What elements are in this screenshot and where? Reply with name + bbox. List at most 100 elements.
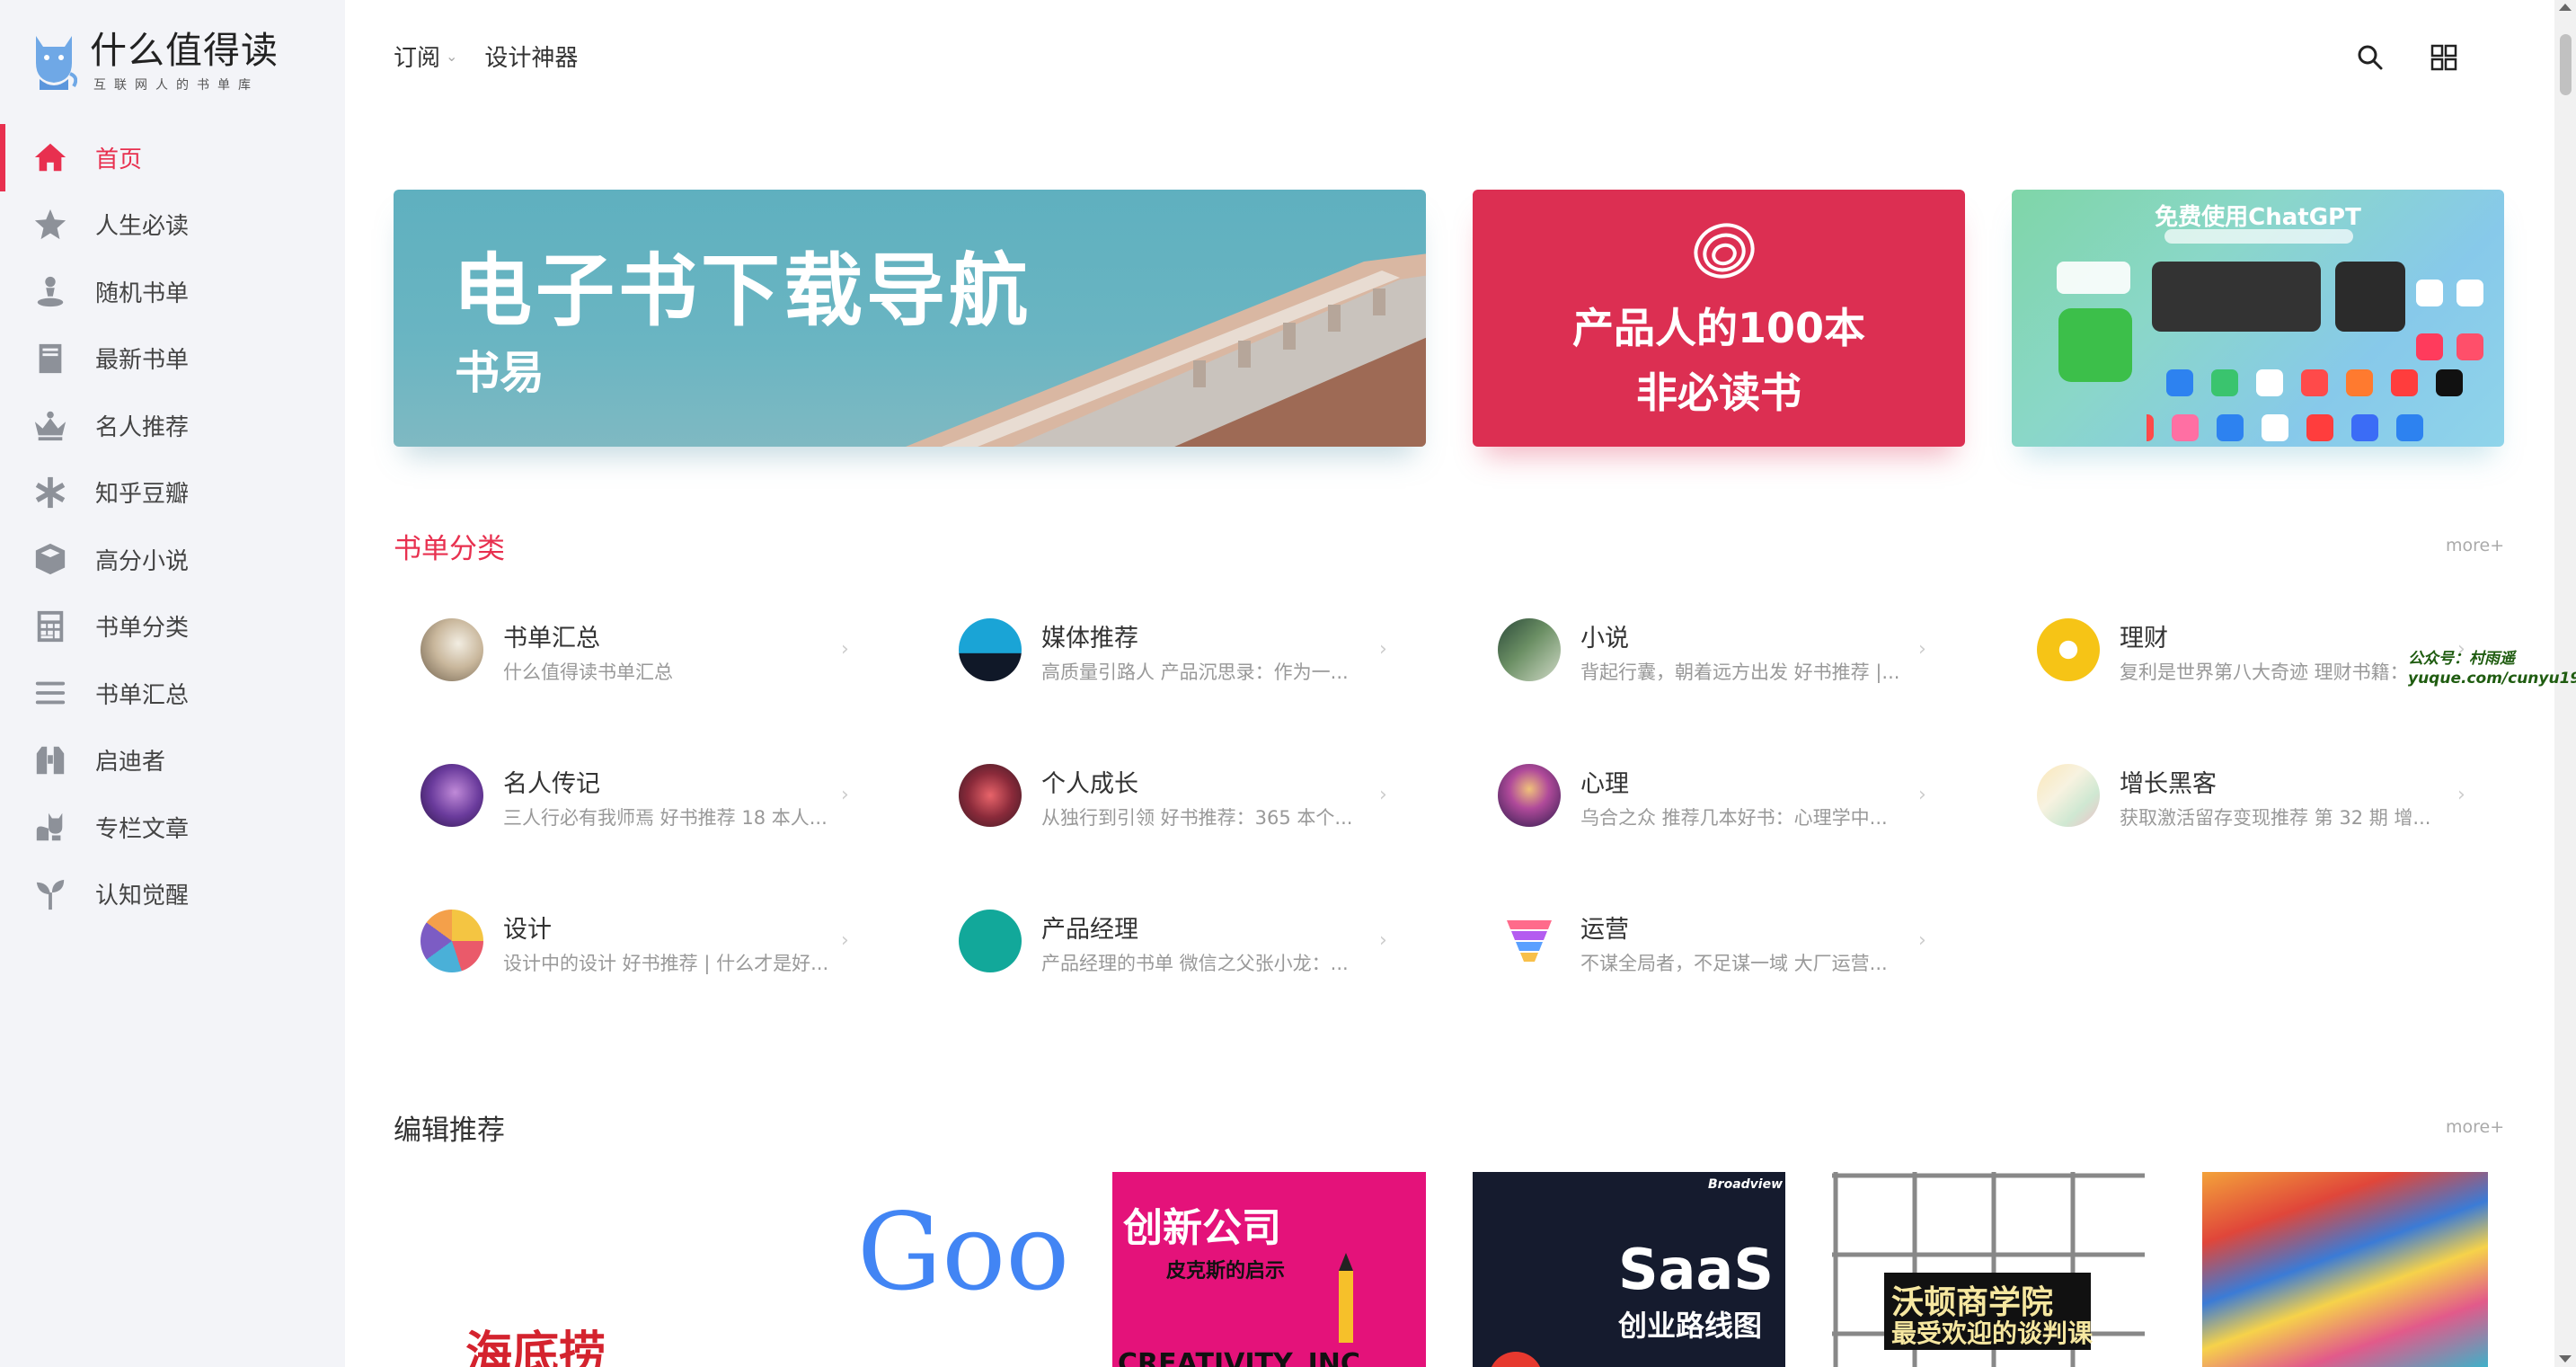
watermark-line1: 公众号：村雨遥 [2408,650,2515,668]
crown-icon [32,407,68,443]
book-cover-subtitle: 创业路线图 [1618,1309,1763,1343]
book-cover-subtitle: 最受欢迎的谈判课 [1891,1318,2094,1348]
book-cover-logo-text: Goo [857,1190,1067,1314]
sidebar-item-must-read[interactable]: 人生必读 [0,191,345,259]
cube-icon [32,541,68,577]
book-cover[interactable]: Broadview SaaS 创业路线图 [1473,1172,1785,1367]
sidebar-item-label: 名人推荐 [95,413,190,441]
banner-chatgpt[interactable]: 免费使用ChatGPT [2012,190,2504,447]
asterisk-icon [32,475,68,510]
category-card[interactable]: 增长黑客 获取激活留存变现推荐 第 32 期 增... › [2010,730,2477,838]
watermark-line2: yuque.com/cunyu1943 [2408,670,2576,688]
sidebar-item-awakening[interactable]: 认知觉醒 [0,861,345,928]
banner-main-subtitle: 书易 [455,347,544,399]
category-thumbnail [959,910,1022,972]
spiral-logo-icon [1694,223,1755,279]
category-card[interactable]: 运营 不谋全局者，不足谋一域 大厂运营... › [1471,875,1938,983]
category-title: 个人成长 [1041,770,1138,798]
category-card[interactable]: 名人传记 三人行必有我师焉 好书推荐 18 本人... › [394,730,861,838]
category-card[interactable]: 理财 复利是世界第八大奇迹 理财书籍： › [2010,584,2477,692]
book-cover-bottom: CREATIVITY, INC [1118,1348,1360,1367]
calculator-icon [32,608,68,644]
search-icon[interactable] [2352,40,2388,75]
book-cover[interactable]: 沃顿商学院 最受欢迎的谈判课 [1832,1172,2145,1367]
chevron-right-icon: › [1918,638,1926,661]
category-card[interactable]: 心理 乌合之众 推荐几本好书：心理学中... › [1471,730,1938,838]
category-title: 增长黑客 [2120,770,2217,798]
category-card[interactable]: 媒体推荐 高质量引路人 产品沉思录：作为一... › [932,584,1399,692]
sidebar-item-novels[interactable]: 高分小说 [0,526,345,593]
banner-product-books[interactable]: 产品人的100本 非必读书 [1473,190,1965,447]
sidebar-item-label: 认知觉醒 [95,883,190,910]
chevron-right-icon: › [841,784,849,806]
header-actions [2352,40,2462,75]
sidebar-item-summary[interactable]: 书单汇总 [0,660,345,727]
book-cover[interactable] [2191,1172,2488,1367]
book-cover-title: 海底捞 [465,1327,606,1367]
nav-design-tools-label: 设计神器 [484,45,579,72]
category-thumbnail [1498,910,1561,972]
banner-middle-line1: 产品人的100本 [1571,304,1866,352]
seedling-icon [32,876,68,912]
sidebar-item-label: 启迪者 [95,749,166,777]
sidebar-item-celebrity[interactable]: 名人推荐 [0,392,345,459]
category-card[interactable]: 小说 背起行囊，朝着远方出发 好书推荐 |... › [1471,584,1938,692]
sidebar-item-label: 首页 [95,146,143,173]
book-cover[interactable]: 创新公司 皮克斯的启示 CREATIVITY, INC [1112,1172,1426,1367]
category-card[interactable]: 书单汇总 什么值得读书单汇总 › [394,584,861,692]
category-desc: 复利是世界第八大奇迹 理财书籍： [2120,661,2409,683]
chevron-down-icon: ⌄ [446,48,458,65]
sidebar-item-label: 书单汇总 [95,681,190,709]
grid-icon[interactable] [2426,40,2462,75]
site-title: 什么值得读 [90,29,279,72]
scroll-up-arrow-icon[interactable] [2559,4,2572,11]
watermark: 公众号：村雨遥 yuque.com/cunyu1943 [2408,649,2576,688]
pencil-illustration [1339,1253,1353,1343]
category-title: 小说 [1580,625,1629,652]
sidebar-item-label: 随机书单 [95,280,190,307]
book-spine [2191,1172,2202,1367]
category-desc: 设计中的设计 好书推荐 | 什么才是好... [503,953,829,974]
fake-search-bar [2164,229,2353,244]
category-desc: 从独行到引领 好书推荐：365 本个... [1041,807,1353,829]
chevron-right-icon: › [841,638,849,661]
sidebar-item-random[interactable]: 随机书单 [0,258,345,325]
book-cover[interactable]: 海底捞 Goo [394,1172,1067,1367]
sidebar-item-articles[interactable]: 专栏文章 [0,794,345,861]
nav-subscribe[interactable]: 订阅 ⌄ [394,40,457,73]
sidebar-item-label: 高分小说 [95,547,190,575]
nav-subscribe-label: 订阅 [394,45,441,72]
category-card[interactable]: 产品经理 产品经理的书单 微信之父张小龙：... › [932,875,1399,983]
banner-right-title: 免费使用ChatGPT [2155,204,2361,231]
weather-widget [2057,262,2130,294]
sidebar-item-home[interactable]: 首页 [0,124,345,191]
category-title: 书单汇总 [503,625,600,652]
category-card[interactable]: 设计 设计中的设计 好书推荐 | 什么才是好... › [394,875,861,983]
chevron-right-icon: › [2457,784,2465,806]
banner-ebook-download[interactable]: 电子书下载导航 书易 [394,190,1426,447]
category-title: 心理 [1580,770,1629,798]
top-nav: 订阅 ⌄ 设计神器 [394,40,605,73]
sidebar-item-categories[interactable]: 书单分类 [0,593,345,661]
cat-logo-icon [36,36,77,90]
category-thumbnail [959,618,1022,681]
sidebar-item-latest[interactable]: 最新书单 [0,325,345,393]
chess-pawn-icon [32,273,68,309]
category-card[interactable]: 个人成长 从独行到引领 好书推荐：365 本个... › [932,730,1399,838]
chevron-right-icon: › [1379,929,1387,952]
sidebar-nav: 首页 人生必读 随机书单 最新书单 名人推荐 知乎豆瓣 高分小说 书单分类 书单… [0,124,345,928]
categories-more-link[interactable]: more+ [2446,536,2504,555]
scrollbar-thumb[interactable] [2560,34,2572,95]
sidebar-item-label: 书单分类 [95,615,190,643]
scroll-down-arrow-icon[interactable] [2559,1355,2572,1363]
category-desc: 乌合之众 推荐几本好书：心理学中... [1580,807,1888,829]
category-desc: 产品经理的书单 微信之父张小龙：... [1041,953,1349,974]
sidebar-item-inspirers[interactable]: 启迪者 [0,727,345,794]
list-icon [32,675,68,711]
site-logo[interactable]: 什么值得读 互联网人的书单库 [31,27,279,93]
category-desc: 三人行必有我师焉 好书推荐 18 本人... [503,807,828,829]
editor-more-link[interactable]: more+ [2446,1117,2504,1137]
sidebar-item-zhihu-douban[interactable]: 知乎豆瓣 [0,459,345,527]
category-title: 产品经理 [1041,916,1138,944]
nav-design-tools[interactable]: 设计神器 [484,40,578,73]
